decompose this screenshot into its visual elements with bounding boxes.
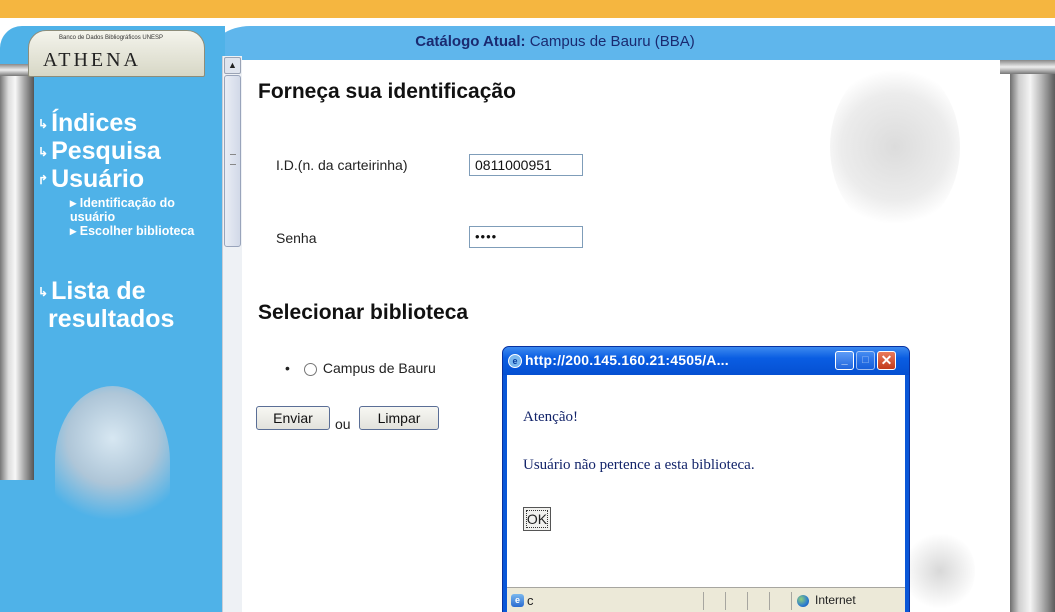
scroll-grip-icon xyxy=(230,154,236,165)
limpar-button[interactable]: Limpar xyxy=(359,406,439,430)
id-label: I.D.(n. da carteirinha) xyxy=(276,157,408,173)
status-zone: Internet xyxy=(815,593,856,607)
senha-label: Senha xyxy=(276,230,317,246)
status-divider xyxy=(703,592,704,610)
nav-sub-item-escolher[interactable]: ▸ Escolher biblioteca xyxy=(38,224,218,238)
nav-item-label-wrap: ↳ Lista de resultados xyxy=(38,277,223,333)
status-text: c xyxy=(527,593,534,608)
scroll-up-icon[interactable]: ▲ xyxy=(224,57,241,74)
nav-arrow-icon: ↳ xyxy=(38,116,49,131)
nav-sub-list: ▸ Identificação do usuário ▸ Escolher bi… xyxy=(38,196,218,238)
athena-logo[interactable]: Banco de Dados Bibliográficos UNESP ATHE… xyxy=(28,30,205,77)
catalog-value: Campus de Bauru (BBA) xyxy=(529,33,695,50)
left-column-decoration xyxy=(0,70,34,480)
nav-arrow-icon: ↱ xyxy=(38,172,49,187)
ok-button[interactable]: OK xyxy=(523,507,551,531)
ie-icon: e xyxy=(508,354,522,368)
heading-selecionar-biblioteca: Selecionar biblioteca xyxy=(258,301,469,324)
id-input[interactable]: 0811000951 xyxy=(469,154,583,176)
nav-item-label: Lista de resultados xyxy=(48,277,175,333)
nav-item-usuario[interactable]: ↱ Usuário xyxy=(38,164,161,194)
nav-item-lista[interactable]: ↳ Lista de resultados xyxy=(38,277,223,333)
sidebar-nav: ↳ Índices ↳ Pesquisa ↱ Usuário xyxy=(38,110,161,194)
catalog-label: Catálogo Atual: xyxy=(415,33,526,50)
maximize-icon[interactable]: □ xyxy=(856,351,875,370)
dialog-body: Atenção! Usuário não pertence a esta bib… xyxy=(507,375,905,587)
nav-sub-label: Escolher biblioteca xyxy=(79,224,195,238)
statue-watermark-bottom xyxy=(905,530,975,612)
radio-icon[interactable] xyxy=(303,362,317,376)
statue-watermark-top xyxy=(830,62,960,232)
bullet-icon: • xyxy=(285,360,290,376)
alert-dialog: e http://200.145.160.21:4505/A... _ □ ✕ … xyxy=(502,346,910,612)
senha-input[interactable]: •••• xyxy=(469,226,583,248)
nav-item-indices[interactable]: ↳ Índices xyxy=(38,110,161,138)
scroll-thumb[interactable] xyxy=(224,75,241,247)
top-orange-bar xyxy=(0,0,1055,18)
catalog-title: Catálogo Atual: Campus de Bauru (BBA) xyxy=(210,33,900,50)
heading-identificacao: Forneça sua identificação xyxy=(258,80,516,103)
logo-name: ATHENA xyxy=(43,49,141,71)
nav-sub-item-identificacao[interactable]: ▸ Identificação do usuário xyxy=(38,196,218,224)
library-option-label: Campus de Bauru xyxy=(322,360,436,376)
ou-label: ou xyxy=(335,416,351,432)
dialog-message: Usuário não pertence a esta biblioteca. xyxy=(523,457,755,473)
nav-sub-label: Identificação do usuário xyxy=(70,196,175,224)
enviar-button[interactable]: Enviar xyxy=(256,406,330,430)
catalog-header: Catálogo Atual: Campus de Bauru (BBA) xyxy=(210,26,1055,60)
right-column-capital xyxy=(1000,60,1055,74)
globe-icon xyxy=(797,595,809,607)
ie-status-icon: e xyxy=(511,594,524,607)
nav-item-label: Pesquisa xyxy=(51,136,161,165)
status-divider xyxy=(769,592,770,610)
dialog-title-bar[interactable]: e http://200.145.160.21:4505/A... _ □ ✕ xyxy=(503,347,909,375)
nav-item-label: Índices xyxy=(51,109,138,137)
vertical-scrollbar[interactable]: ▲ xyxy=(222,56,242,612)
browser-page: Catálogo Atual: Campus de Bauru (BBA) Ba… xyxy=(0,0,1055,612)
status-divider xyxy=(747,592,748,610)
status-divider xyxy=(725,592,726,610)
logo-subtitle: Banco de Dados Bibliográficos UNESP xyxy=(59,35,164,41)
nav-arrow-icon: ↳ xyxy=(38,284,49,299)
nav-item-label: Usuário xyxy=(51,164,145,193)
status-divider xyxy=(791,592,792,610)
minimize-icon[interactable]: _ xyxy=(835,351,854,370)
dialog-title: http://200.145.160.21:4505/A... xyxy=(525,352,729,368)
right-column-decoration xyxy=(1010,60,1055,612)
nav-sub-arrow-icon: ▸ xyxy=(70,196,80,210)
athena-statue-image xyxy=(55,386,170,536)
nav-item-pesquisa[interactable]: ↳ Pesquisa xyxy=(38,136,161,166)
nav-arrow-icon: ↳ xyxy=(38,144,49,159)
nav-sub-arrow-icon: ▸ xyxy=(70,224,80,238)
close-icon[interactable]: ✕ xyxy=(877,351,896,370)
dialog-heading: Atenção! xyxy=(523,409,578,425)
dialog-status-bar: e c Internet xyxy=(507,587,905,612)
library-option-row: • Campus de Bauru xyxy=(285,360,436,376)
